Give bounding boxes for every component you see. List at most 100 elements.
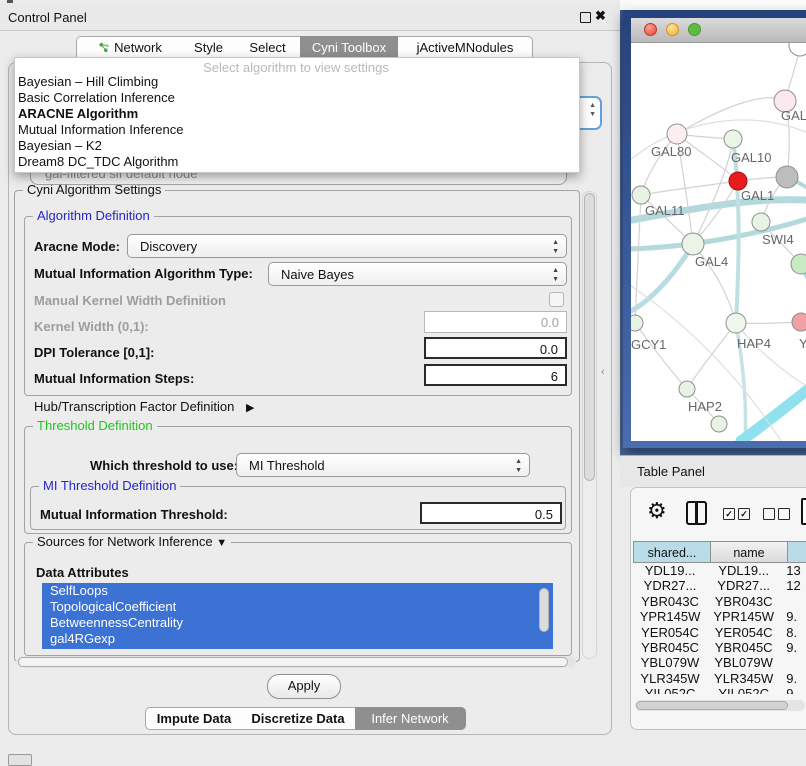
bottom-tab-infer-network[interactable]: Infer Network [355,707,466,730]
algorithm-option-aracne[interactable]: ARACNE Algorithm [18,106,138,122]
float-window-icon[interactable] [580,12,591,23]
table-row[interactable]: YBR045CYBR045C9. [633,640,806,655]
table-cell[interactable]: 9. [780,686,806,694]
network-node-hap4[interactable] [726,313,746,333]
network-node-y[interactable] [792,313,806,331]
network-node-gal10[interactable] [724,130,742,148]
table-cell[interactable]: 9. [780,640,806,655]
bottom-tab-impute-data[interactable]: Impute Data [145,707,243,730]
network-edge[interactable] [631,244,693,313]
bottom-tab-discretize-data[interactable]: Discretize Data [241,707,356,730]
kernel-width-field[interactable]: 0.0 [424,311,567,333]
network-view-window[interactable]: GALGAL80GAL10GAL1GAL11SWI4GAL4GCY1HAP4YH… [623,10,806,448]
show-columns-icon[interactable] [686,501,707,525]
table-cell[interactable]: 9. [780,671,806,686]
table-cell[interactable] [780,594,806,609]
which-threshold-combo[interactable]: MI Threshold ▲▼ [236,453,530,477]
settings-hscrollbar-thumb[interactable] [18,657,568,667]
mi-steps-field[interactable]: 6 [424,364,567,386]
table-hscrollbar[interactable] [635,700,805,711]
mi-threshold-field[interactable]: 0.5 [420,502,562,524]
table-cell[interactable]: YDL19... [707,563,780,578]
close-traffic-light-icon[interactable] [644,23,657,36]
table-cell[interactable]: YBR043C [633,594,707,609]
dpi-tolerance-field[interactable]: 0.0 [424,337,567,359]
table-cell[interactable]: 9. [780,609,806,624]
network-node[interactable] [789,43,806,56]
table-hscrollbar-thumb[interactable] [636,701,788,710]
mi-type-combo[interactable]: Naive Bayes ▲▼ [268,262,567,286]
network-node[interactable] [776,166,798,188]
export-table-icon[interactable] [801,498,806,525]
minimize-traffic-light-icon[interactable] [666,23,679,36]
network-edge[interactable] [677,98,785,134]
table-row[interactable]: YLR345WYLR345W9. [633,671,806,686]
column-header-name[interactable]: name [711,541,788,563]
table-cell[interactable]: YIL052C [707,686,780,694]
table-cell[interactable]: YBL079W [707,655,780,670]
bottom-corner-widget[interactable] [8,754,32,766]
network-edge[interactable] [733,139,739,323]
network-node-gal11[interactable] [632,186,650,204]
network-canvas[interactable]: GALGAL80GAL10GAL1GAL11SWI4GAL4GCY1HAP4YH… [631,43,806,441]
table-cell[interactable]: YBR045C [707,640,780,655]
algorithm-option-mutual-information[interactable]: Mutual Information Inference [18,122,183,138]
table-row[interactable]: YER054CYER054C8. [633,625,806,640]
attribute-item-topologicalcoefficient[interactable]: TopologicalCoefficient [42,599,553,615]
network-edge[interactable] [741,381,806,441]
table-row[interactable]: YDL19...YDL19...13 [633,563,806,578]
network-node-hap2[interactable] [679,381,695,397]
table-cell[interactable]: YPR145W [707,609,780,624]
table-row[interactable]: YBL079WYBL079W [633,655,806,670]
network-edge[interactable] [635,323,687,389]
network-node-gcy1[interactable] [631,315,643,331]
algorithm-option-bayesian-k2[interactable]: Bayesian – K2 [18,138,102,154]
table-cell[interactable]: YDR27... [633,578,707,593]
network-node[interactable] [791,254,806,274]
table-cell[interactable]: YLR345W [707,671,780,686]
table-row[interactable]: YPR145WYPR145W9. [633,609,806,624]
network-edge[interactable] [736,323,806,393]
panel-splitter-handle[interactable]: ‹ [601,366,605,378]
table-cell[interactable]: YER054C [633,625,707,640]
deselect-all-columns-icon[interactable] [763,508,793,523]
table-cell[interactable]: 12 [780,578,806,593]
column-header-shared-name[interactable]: shared... [633,541,711,563]
attribute-item-selfloops[interactable]: SelfLoops [42,583,553,599]
network-edge[interactable] [693,181,738,244]
network-edge[interactable] [693,139,733,244]
network-edge[interactable] [687,323,736,389]
table-cell[interactable]: YDL19... [633,563,707,578]
network-node-swi4[interactable] [752,213,770,231]
network-window-titlebar[interactable] [631,18,806,43]
algorithm-option-bayesian-hill-climbing[interactable]: Bayesian – Hill Climbing [18,74,158,90]
network-node[interactable] [711,416,727,432]
settings-hscrollbar[interactable] [16,656,576,668]
manual-kernel-checkbox[interactable] [549,292,564,307]
table-cell[interactable]: YBR043C [707,594,780,609]
table-row[interactable]: YDR27...YDR27...12 [633,578,806,593]
table-row[interactable]: YIL052CYIL052C9. [633,686,806,694]
algorithm-option-basic-correlation[interactable]: Basic Correlation Inference [18,90,175,106]
table-cell[interactable]: YIL052C [633,686,707,694]
table-cell[interactable]: YBR045C [633,640,707,655]
attribute-item-gal4rgexp[interactable]: gal4RGexp [42,631,553,647]
network-edge[interactable] [641,181,738,195]
aracne-mode-combo[interactable]: Discovery ▲▼ [127,234,567,258]
column-header-partial[interactable] [788,541,806,563]
tab-network[interactable]: Network [76,36,184,59]
table-cell[interactable]: YDR27... [707,578,780,593]
table-row[interactable]: YBR043CYBR043C [633,594,806,609]
settings-vscrollbar-thumb[interactable] [584,193,595,481]
close-icon[interactable]: ✖ [595,8,606,24]
attribute-list-scrollbar[interactable] [539,588,549,632]
settings-vscrollbar[interactable] [582,191,597,659]
select-all-columns-icon[interactable]: ✓✓ [723,508,753,523]
table-cell[interactable] [780,655,806,670]
tab-jactivemnodules[interactable]: jActiveMNodules [398,36,533,59]
gear-icon[interactable]: ⚙ [647,498,667,524]
tab-select[interactable]: Select [235,36,301,59]
zoom-traffic-light-icon[interactable] [688,23,701,36]
sources-title-row[interactable]: Sources for Network Inference ▼ [33,534,231,549]
apply-button[interactable]: Apply [267,674,341,699]
